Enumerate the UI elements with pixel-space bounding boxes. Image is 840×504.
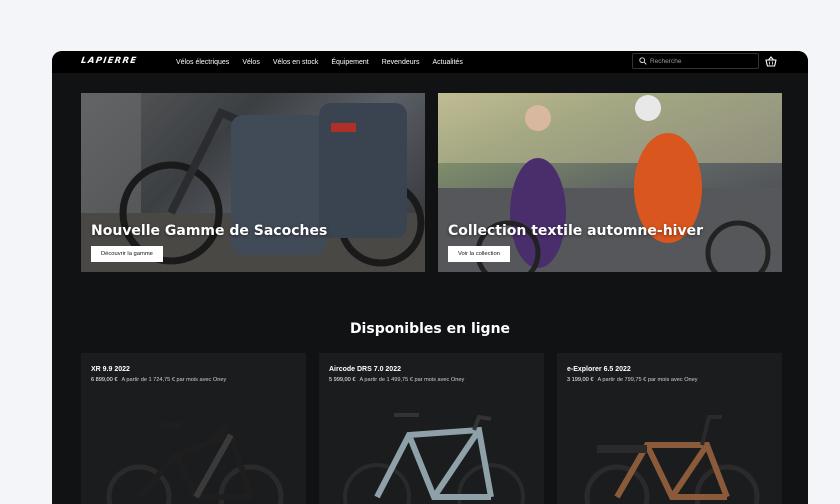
product-card-xr[interactable]: XR 9.9 2022 6 899,00 € A partir de 1 724,… <box>81 353 306 504</box>
product-price: 3 199,00 € <box>567 377 594 383</box>
financing-text: A partir de 1 499,75 € par mois avec One… <box>359 377 465 383</box>
menu-item-velos-electriques[interactable]: Vélos électriques <box>176 59 229 66</box>
product-price: 6 899,00 € <box>91 377 118 383</box>
bike-image-road <box>343 413 525 504</box>
product-name[interactable]: XR 9.9 2022 <box>91 366 130 373</box>
browser-viewport: LAPIERRE Vélos électriques Vélos Vélos e… <box>52 51 808 504</box>
main-menu: Vélos électriques Vélos Vélos en stock É… <box>176 51 476 73</box>
product-name[interactable]: e-Explorer 6.5 2022 <box>567 366 631 373</box>
product-name[interactable]: Aircode DRS 7.0 2022 <box>329 366 401 373</box>
top-navigation: LAPIERRE Vélos électriques Vélos Vélos e… <box>52 51 808 73</box>
product-price-line: 3 199,00 € A partir de 799,75 € par mois … <box>567 377 698 383</box>
bike-image-ebike <box>584 415 760 504</box>
menu-item-velos[interactable]: Vélos <box>242 59 260 66</box>
financing-text: A partir de 1 724,75 € par mois avec One… <box>121 377 227 383</box>
menu-item-equipement[interactable]: Équipement <box>331 59 368 66</box>
lapierre-logo[interactable]: LAPIERRE <box>80 56 160 67</box>
product-card-aircode[interactable]: Aircode DRS 7.0 2022 5 999,00 € A partir … <box>319 353 544 504</box>
product-price: 5 999,00 € <box>329 377 356 383</box>
bike-image-mtb <box>106 421 284 504</box>
basket-icon[interactable] <box>765 56 777 67</box>
product-price-line: 6 899,00 € A partir de 1 724,75 € par moi… <box>91 377 226 383</box>
view-collection-button[interactable]: Voir la collection <box>448 246 510 262</box>
discover-range-button[interactable]: Découvrir la gamme <box>91 246 163 262</box>
menu-item-velos-en-stock[interactable]: Vélos en stock <box>273 59 319 66</box>
search-icon <box>639 57 647 65</box>
hero-title: Collection textile automne-hiver <box>448 223 703 239</box>
financing-text: A partir de 799,75 € par mois avec Oney <box>597 377 698 383</box>
product-card-e-explorer[interactable]: e-Explorer 6.5 2022 3 199,00 € A partir d… <box>557 353 782 504</box>
hero-title: Nouvelle Gamme de Sacoches <box>91 223 328 239</box>
search-input[interactable] <box>650 57 750 65</box>
search-box[interactable] <box>632 53 759 69</box>
hero-banner-textile[interactable]: Collection textile automne-hiver Voir la… <box>438 93 782 272</box>
menu-item-revendeurs[interactable]: Revendeurs <box>382 59 420 66</box>
hero-banner-sacoches[interactable]: Nouvelle Gamme de Sacoches Découvrir la … <box>81 93 425 272</box>
menu-item-actualites[interactable]: Actualités <box>432 59 462 66</box>
section-title: Disponibles en ligne <box>349 321 511 337</box>
product-price-line: 5 999,00 € A partir de 1 499,75 € par moi… <box>329 377 464 383</box>
